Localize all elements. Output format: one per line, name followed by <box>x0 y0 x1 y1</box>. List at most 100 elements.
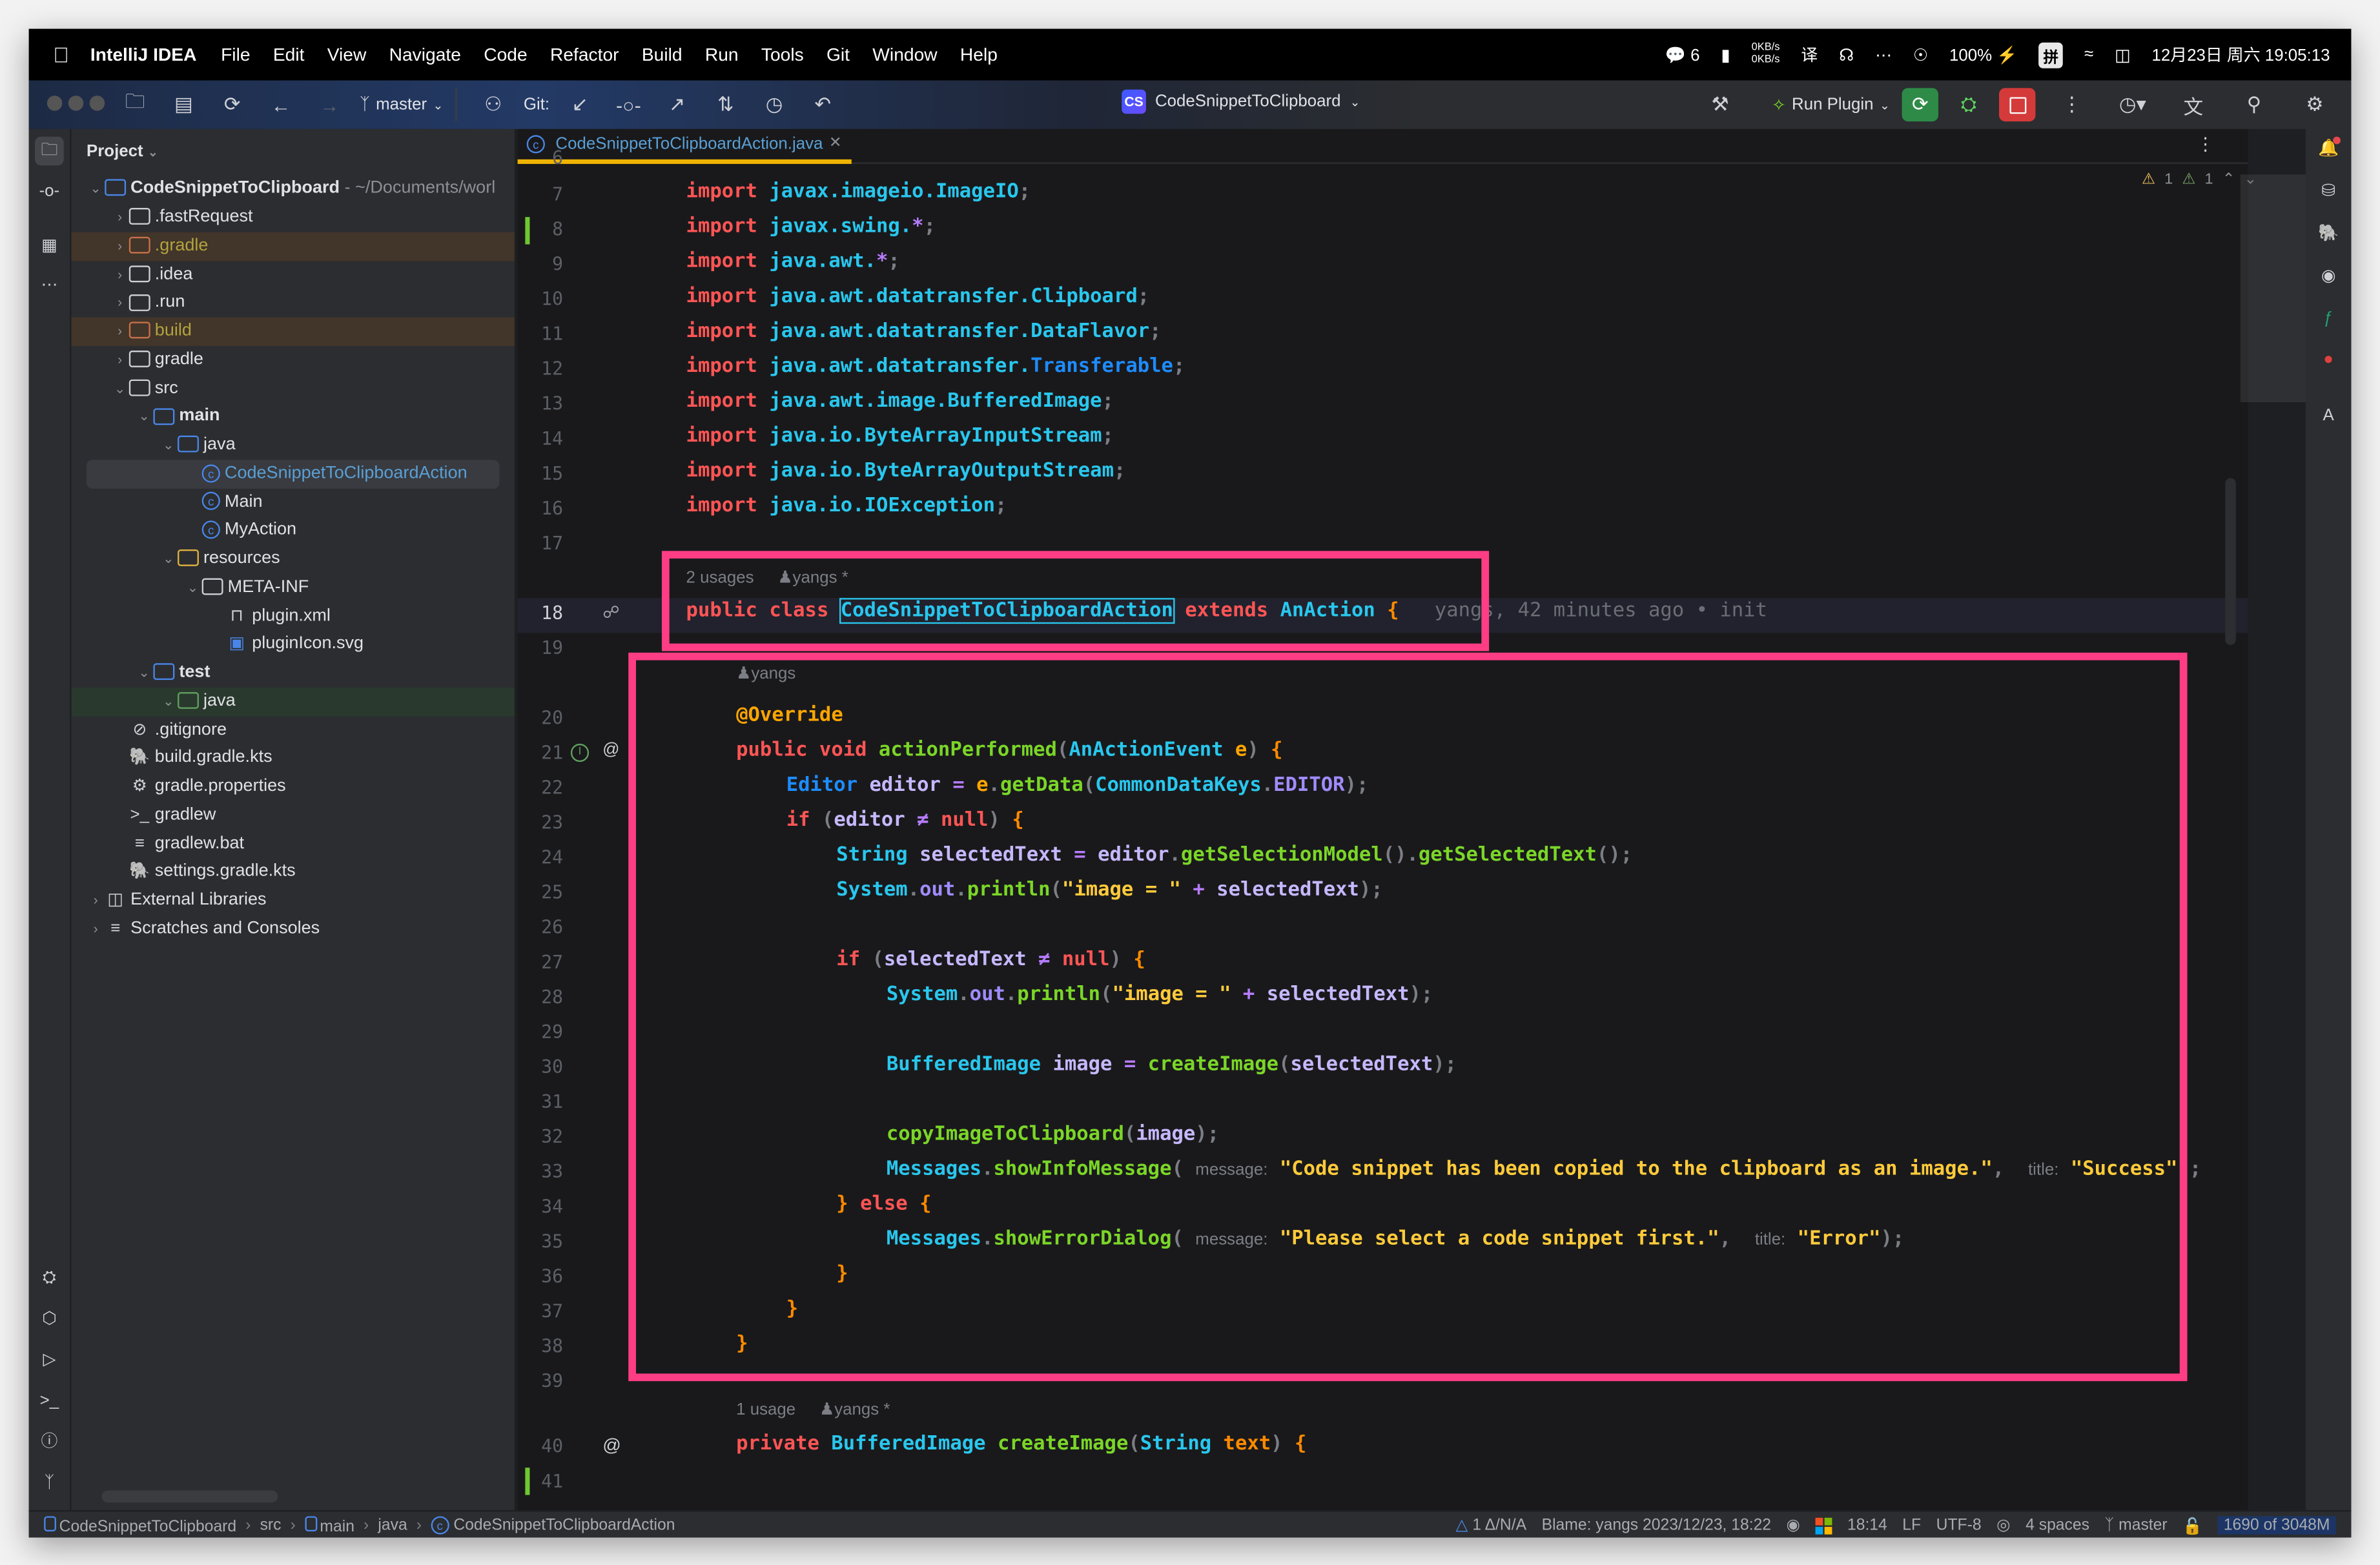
chevron-right-icon[interactable]: › <box>111 203 129 232</box>
structure-tool-icon[interactable]: ▦ <box>35 232 64 261</box>
more-tools-icon[interactable]: ⋯ <box>35 272 64 301</box>
tab-options-icon[interactable]: ⋮ <box>2197 134 2215 155</box>
line-number[interactable]: 32 <box>518 1126 563 1147</box>
menu-navigate[interactable]: Navigate <box>389 44 461 65</box>
tree-item[interactable]: › gradle <box>71 345 514 374</box>
commit-tool-icon[interactable]: -o- <box>35 178 64 207</box>
gradle-icon[interactable]: 🐘 <box>2315 220 2342 247</box>
debug-tool-icon[interactable]: ⛭ <box>35 1264 64 1293</box>
app-name-menu[interactable]: IntelliJ IDEA <box>90 44 197 65</box>
menu-edit[interactable]: Edit <box>273 44 305 65</box>
line-number[interactable]: 27 <box>518 952 563 973</box>
memory-indicator[interactable]: 1690 of 3048M <box>2217 1516 2336 1535</box>
breadcrumb-item[interactable]: c CodeSnippetToClipboardAction <box>431 1516 675 1535</box>
headphones-icon[interactable]: ☊ <box>1839 45 1854 65</box>
line-number[interactable]: 39 <box>518 1371 563 1392</box>
horizontal-scrollbar[interactable] <box>101 1490 278 1503</box>
menu-file[interactable]: File <box>221 44 250 65</box>
ninja-plugin-icon[interactable]: ● <box>2315 346 2342 373</box>
caret-position[interactable]: 18:14 <box>1847 1516 1887 1534</box>
windows-logo-icon[interactable] <box>1815 1517 1832 1534</box>
chevron-down-icon[interactable]: ⌄ <box>111 374 129 403</box>
tree-item[interactable]: c Main <box>71 488 514 517</box>
line-number[interactable]: 14 <box>518 428 563 449</box>
readonly-lock-icon[interactable]: 🔓 <box>2182 1515 2202 1535</box>
line-number[interactable]: 9 <box>518 254 563 275</box>
chevron-right-icon[interactable]: › <box>87 915 105 944</box>
minimize-window-button[interactable] <box>68 94 84 110</box>
services-tool-icon[interactable]: ⬡ <box>35 1305 64 1335</box>
line-number[interactable]: 22 <box>518 777 563 799</box>
git-history-icon[interactable]: ◷ <box>757 88 791 121</box>
tree-item[interactable]: ⌄ java <box>71 687 515 716</box>
line-number[interactable]: 10 <box>518 289 563 310</box>
control-center-icon[interactable]: ◫ <box>2115 45 2130 65</box>
wechat-status[interactable]: 💬 6 <box>1665 45 1700 65</box>
indent-setting[interactable]: 4 spaces <box>2026 1516 2089 1534</box>
tree-item[interactable]: >_ gradlew <box>71 801 514 830</box>
menu-git[interactable]: Git <box>826 44 850 65</box>
forward-icon[interactable]: → <box>313 88 346 121</box>
wifi-icon[interactable]: ≈ <box>2084 46 2093 64</box>
line-number[interactable]: 30 <box>518 1056 563 1078</box>
line-number[interactable]: 40 <box>518 1436 563 1457</box>
tree-item[interactable]: › .gradle <box>71 232 515 261</box>
copilot-icon[interactable]: ◉ <box>2315 263 2342 290</box>
menu-help[interactable]: Help <box>960 44 998 65</box>
breadcrumb-item[interactable]: java <box>378 1516 407 1534</box>
run-tool-icon[interactable]: ▷ <box>35 1346 64 1375</box>
import-line[interactable]: import java.io.ByteArrayOutputStream; <box>686 460 1126 482</box>
chevron-right-icon[interactable]: › <box>111 260 129 289</box>
copilot-status-icon[interactable]: ◉ <box>1787 1516 1801 1534</box>
tree-item[interactable]: ▣ pluginIcon.svg <box>71 630 514 659</box>
tree-item[interactable]: › build <box>71 317 515 346</box>
terminal-tool-icon[interactable]: >_ <box>35 1387 64 1417</box>
profiler-icon[interactable]: ◷▾ <box>2116 88 2149 121</box>
vcs-change-marker[interactable] <box>525 1468 530 1495</box>
line-number[interactable]: 15 <box>518 463 563 484</box>
breadcrumb-item[interactable]: main <box>304 1515 354 1535</box>
line-number[interactable]: 6 <box>518 147 563 169</box>
line-number[interactable]: 33 <box>518 1161 563 1182</box>
tree-item[interactable]: ⌄ src <box>71 374 514 403</box>
chevron-down-icon[interactable]: ⌄ <box>135 403 153 432</box>
import-line[interactable]: import java.awt.datatransfer.Transferabl… <box>686 355 1185 378</box>
line-number[interactable]: 13 <box>518 393 563 414</box>
line-number[interactable]: 29 <box>518 1021 563 1043</box>
line-number[interactable]: 31 <box>518 1091 563 1112</box>
stop-button[interactable] <box>1999 88 2036 122</box>
datetime[interactable]: 12月23日 周六 19:05:13 <box>2151 43 2330 67</box>
rerun-button[interactable]: ⟳ <box>1902 88 1938 122</box>
line-number[interactable]: 24 <box>518 847 563 868</box>
line-number[interactable]: 38 <box>518 1336 563 1357</box>
translate-icon[interactable]: 译 <box>1801 43 1818 67</box>
close-window-button[interactable] <box>46 94 63 110</box>
line-number[interactable]: 19 <box>518 637 563 659</box>
import-line[interactable]: import java.awt.datatransfer.DataFlavor; <box>686 320 1162 343</box>
import-line[interactable]: import java.awt.*; <box>686 251 900 273</box>
tree-item[interactable]: 🐘 settings.gradle.kts <box>71 858 514 887</box>
fast-request-icon[interactable]: ƒ <box>2315 305 2342 332</box>
previous-highlight-icon[interactable]: ⌃ <box>2222 172 2235 189</box>
cat-icon[interactable]: ▮ <box>1721 45 1730 65</box>
annotation-gutter-icon[interactable]: @ <box>602 1435 621 1456</box>
open-folder-icon[interactable]: 🗀 <box>118 88 152 121</box>
implemented-gutter-icon[interactable]: ☍ <box>602 602 619 622</box>
line-number[interactable]: 25 <box>518 882 563 903</box>
line-number[interactable]: 36 <box>518 1266 563 1287</box>
chevron-right-icon[interactable]: › <box>111 317 129 346</box>
battery-status[interactable]: 100% ⚡ <box>1949 45 2018 65</box>
chevron-right-icon[interactable]: › <box>111 345 129 374</box>
breadcrumb-item[interactable]: CodeSnippetToClipboard <box>44 1515 236 1535</box>
line-number[interactable]: 28 <box>518 987 563 1008</box>
tree-root[interactable]: ⌄ CodeSnippetToClipboard - ~/Documents/wo… <box>71 174 514 203</box>
line-number[interactable]: 21 <box>518 742 563 764</box>
line-separator[interactable]: LF <box>1902 1516 1921 1534</box>
line-number[interactable]: 35 <box>518 1231 563 1252</box>
menu-run[interactable]: Run <box>705 44 739 65</box>
add-user-icon[interactable]: ⚇ <box>477 88 510 121</box>
chevron-right-icon[interactable]: › <box>111 289 129 318</box>
tree-item[interactable]: c CodeSnippetToClipboardAction <box>71 459 514 489</box>
line-number[interactable]: 26 <box>518 917 563 938</box>
import-line[interactable]: import java.io.ByteArrayInputStream; <box>686 425 1114 447</box>
